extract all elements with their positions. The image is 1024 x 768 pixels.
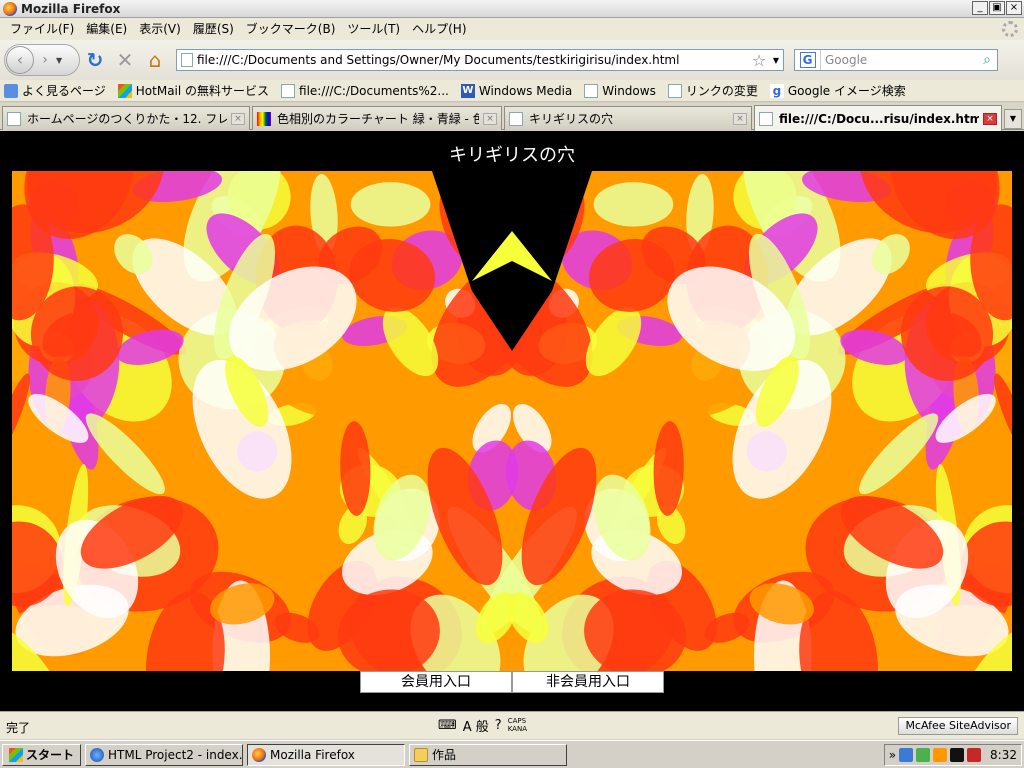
menu-view[interactable]: 表示(V) [133, 19, 187, 39]
task-firefox[interactable]: Mozilla Firefox [247, 743, 406, 766]
page-icon [509, 111, 523, 126]
system-tray: » 8:32 [883, 744, 1022, 766]
menu-help[interactable]: ヘルプ(H) [406, 19, 472, 39]
search-engine-selector[interactable]: G [795, 50, 821, 70]
bookmarks-toolbar: よく見るページ HotMail の無料サービス file:///C:/Docum… [0, 80, 1024, 102]
page-icon [584, 83, 599, 98]
tab-bar: ホームページのつくりかた・12. フレーム × 色相別のカラーチャート 緑・青緑… [0, 103, 1024, 131]
globe-icon [90, 747, 105, 762]
page-icon [667, 83, 682, 98]
history-dropdown-icon[interactable]: ▼ [56, 56, 70, 65]
rainbow-icon [257, 111, 271, 126]
star-icon [4, 83, 18, 98]
url-dropdown-icon[interactable]: ▼ [769, 56, 783, 65]
bookmark-star-icon[interactable]: ☆ [749, 51, 769, 70]
bookmark-file-documents[interactable]: file:///C:/Documents%2... [281, 83, 449, 98]
entrance-buttons: 会員用入口 非会員用入口 [360, 671, 664, 693]
tab-color-chart[interactable]: 色相別のカラーチャート 緑・青緑 - 色彩... × [252, 106, 502, 130]
bookmark-google-images[interactable]: g Google イメージ検索 [769, 82, 906, 99]
throbber-icon [1002, 21, 1018, 37]
ime-mode[interactable]: A 般 [463, 716, 489, 735]
firefox-icon [252, 747, 267, 762]
artwork-image [12, 171, 1012, 671]
window-title: Mozilla Firefox [21, 1, 121, 16]
tab-active-index[interactable]: file:///C:/Docu...risu/index.html × [754, 105, 1002, 131]
mcafee-siteadvisor-button[interactable]: McAfee SiteAdvisor [898, 717, 1018, 735]
search-box[interactable]: G Google ⌕ [794, 49, 998, 71]
member-entrance-button[interactable]: 会員用入口 [360, 671, 512, 693]
mcafee-icon[interactable] [967, 748, 982, 762]
security-icon[interactable] [916, 748, 931, 762]
search-input[interactable]: Google [821, 53, 977, 67]
close-tab-icon[interactable]: × [733, 112, 747, 125]
start-button[interactable]: スタート [2, 743, 82, 766]
search-icon[interactable]: ⌕ [977, 52, 997, 68]
bookmark-hotmail[interactable]: HotMail の無料サービス [117, 82, 269, 99]
maximize-button[interactable]: ▣ [989, 1, 1005, 15]
ime-toolbar[interactable]: ⌨ A 般 ? CAPS KANA [438, 714, 527, 736]
url-input[interactable]: file:///C:/Documents and Settings/Owner/… [197, 53, 749, 67]
menu-history[interactable]: 履歴(S) [187, 19, 240, 39]
page-icon [181, 53, 193, 67]
page-icon [281, 83, 296, 98]
menu-edit[interactable]: 編集(E) [80, 19, 133, 39]
caps-kana-indicator: CAPS KANA [507, 717, 527, 733]
bookmark-link-change[interactable]: リンクの変更 [667, 82, 758, 99]
page-icon [759, 111, 773, 126]
close-tab-icon[interactable]: × [231, 112, 245, 125]
close-tab-icon[interactable]: × [483, 112, 497, 125]
forward-button[interactable]: › [34, 52, 56, 68]
home-icon[interactable]: ⌂ [140, 48, 170, 72]
status-bar: 完了 ⌨ A 般 ? CAPS KANA McAfee SiteAdvisor [0, 711, 1024, 739]
page-content: キリギリスの穴 会員用入口 非会員用入口 [0, 131, 1024, 711]
page-icon [7, 111, 21, 126]
kaleidoscope-artwork [12, 171, 1012, 671]
menu-file[interactable]: ファイル(F) [4, 19, 80, 39]
url-bar[interactable]: file:///C:/Documents and Settings/Owner/… [176, 49, 784, 71]
windows-icon [117, 83, 132, 98]
windows-flag-icon [9, 747, 23, 762]
bookmark-most-visited[interactable]: よく見るページ [4, 82, 106, 99]
firefox-icon [3, 1, 17, 16]
reload-icon[interactable]: ↻ [80, 48, 110, 72]
artwork-blob [350, 182, 431, 227]
windows-taskbar: スタート HTML Project2 - index.h... Mozilla … [0, 740, 1024, 768]
window-title-bar[interactable]: Mozilla Firefox _ ▣ × [0, 0, 1024, 18]
bookmark-windows-media[interactable]: W Windows Media [460, 83, 572, 98]
tab-homepage-frames[interactable]: ホームページのつくりかた・12. フレーム × [2, 106, 250, 130]
status-text: 完了 [6, 721, 31, 735]
clock: 8:32 [990, 748, 1017, 762]
keyboard-icon[interactable]: ⌨ [438, 718, 457, 733]
folder-icon [414, 747, 429, 762]
menu-bar: ファイル(F) 編集(E) 表示(V) 履歴(S) ブックマーク(B) ツール(… [0, 18, 1024, 40]
navigation-toolbar: ‹ › ▼ ↻ ✕ ⌂ file:///C:/Documents and Set… [0, 40, 1024, 80]
artwork-blob [593, 182, 674, 227]
network-icon[interactable] [899, 748, 914, 762]
window-controls: _ ▣ × [972, 1, 1022, 15]
tab-kirigirisu[interactable]: キリギリスの穴 × [504, 106, 752, 130]
google-icon: g [769, 83, 784, 98]
app-icon[interactable] [950, 748, 965, 762]
google-icon: G [799, 52, 816, 68]
menu-tools[interactable]: ツール(T) [341, 19, 406, 39]
back-forward-group: ‹ › ▼ [4, 44, 80, 76]
help-icon[interactable]: ? [495, 718, 502, 733]
page-heading: キリギリスの穴 [449, 145, 575, 166]
menu-bookmarks[interactable]: ブックマーク(B) [240, 19, 342, 39]
stop-icon[interactable]: ✕ [110, 48, 140, 72]
windows-media-icon: W [460, 83, 475, 98]
bookmark-windows[interactable]: Windows [584, 83, 656, 98]
task-folder-works[interactable]: 作品 [409, 743, 568, 766]
close-window-button[interactable]: × [1006, 1, 1022, 15]
tray-expand-icon[interactable]: » [889, 748, 896, 762]
update-icon[interactable] [933, 748, 948, 762]
close-tab-icon[interactable]: × [983, 112, 997, 125]
minimize-button[interactable]: _ [972, 1, 988, 15]
nonmember-entrance-button[interactable]: 非会員用入口 [512, 671, 664, 693]
tab-list-icon[interactable]: ▼ [1004, 109, 1022, 129]
back-button[interactable]: ‹ [6, 46, 34, 74]
task-html-project[interactable]: HTML Project2 - index.h... [85, 743, 244, 766]
